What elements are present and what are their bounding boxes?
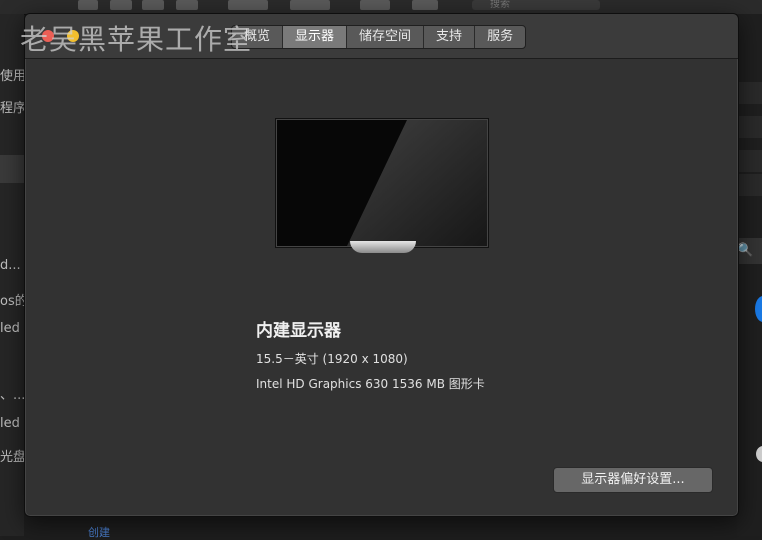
- background-search-field[interactable]: 搜索: [472, 0, 600, 10]
- gallery-view-icon[interactable]: [176, 0, 198, 10]
- display-size-resolution: 15.5－英寸 (1920 x 1080): [256, 352, 408, 366]
- watermark: 老吴黑苹果工作室: [20, 23, 253, 56]
- background-row: [737, 150, 762, 172]
- display-preferences-button[interactable]: 显示器偏好设置...: [553, 467, 713, 493]
- display-stand: [350, 241, 416, 253]
- graphics-card: Intel HD Graphics 630 1536 MB 图形卡: [256, 377, 485, 391]
- tag-icon[interactable]: [412, 0, 438, 10]
- background-row: [737, 116, 762, 138]
- background-row: [737, 174, 762, 196]
- column-view-icon[interactable]: [142, 0, 164, 10]
- list-view-icon[interactable]: [110, 0, 132, 10]
- tab-bar: 概览 显示器 储存空间 支持 服务: [231, 25, 527, 49]
- background-right-search-icon[interactable]: 🔍: [737, 238, 762, 264]
- group-icon[interactable]: [228, 0, 268, 10]
- tab-storage[interactable]: 储存空间: [347, 26, 425, 48]
- background-sidebar-text: 程序: [0, 101, 24, 116]
- background-sidebar-selected[interactable]: [0, 155, 24, 183]
- tab-support[interactable]: 支持: [424, 26, 476, 48]
- background-sidebar-text: d...: [0, 258, 21, 273]
- gear-icon[interactable]: [290, 0, 330, 10]
- background-create-link[interactable]: 创建: [88, 524, 110, 540]
- background-row: [737, 82, 762, 104]
- display-name: 内建显示器: [256, 321, 341, 341]
- background-sidebar-text: 、...: [0, 388, 24, 403]
- background-sidebar-text: 光盘: [0, 450, 24, 465]
- background-sidebar-text: led: [0, 416, 20, 431]
- tab-service[interactable]: 服务: [475, 26, 525, 48]
- share-icon[interactable]: [360, 0, 390, 10]
- background-sidebar-text: os的: [0, 294, 24, 309]
- about-this-mac-window: 概览 显示器 储存空间 支持 服务 内建显示器 15.5－英寸 (1920 x …: [24, 13, 739, 517]
- grid-view-icon[interactable]: [78, 0, 98, 10]
- background-sidebar-text: led: [0, 321, 20, 336]
- tab-displays[interactable]: 显示器: [283, 26, 348, 48]
- display-image: [276, 119, 488, 247]
- background-sidebar-text: 使用: [0, 69, 24, 84]
